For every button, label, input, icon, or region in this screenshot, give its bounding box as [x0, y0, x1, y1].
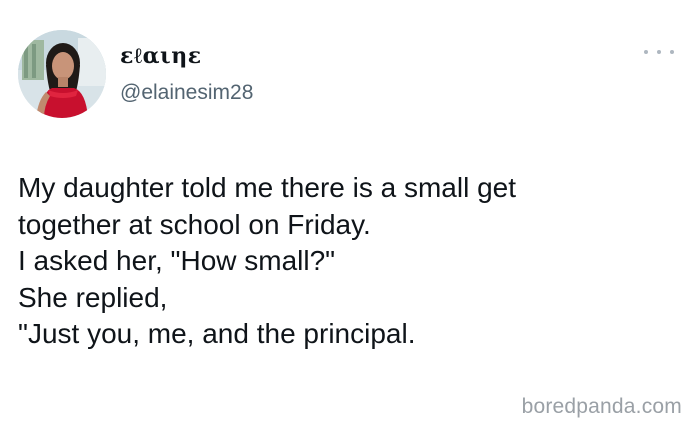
dot-icon [644, 50, 648, 54]
more-options-icon[interactable] [644, 44, 674, 60]
user-handle[interactable]: @elainesim28 [120, 81, 253, 105]
dot-icon [670, 50, 674, 54]
tweet-text-line: together at school on Friday. [18, 208, 371, 240]
dot-icon [657, 50, 661, 54]
display-name[interactable]: ɛℓαιηɛ [120, 43, 202, 69]
tweet-text-line: She replied, [18, 281, 168, 313]
tweet-text-line: My daughter told me there is a small get [18, 172, 517, 203]
profile-photo-icon [18, 30, 106, 118]
tweet-text: My daughter told me there is a small get… [18, 170, 688, 353]
tweet-text-line: I asked her, "How small?" [18, 245, 336, 276]
avatar[interactable] [18, 30, 106, 118]
watermark: boredpanda.com [521, 395, 682, 418]
tweet-card: ɛℓαιηɛ @elainesim28 My daughter told me … [0, 0, 700, 431]
tweet-text-line: "Just you, me, and the principal. [18, 318, 416, 349]
